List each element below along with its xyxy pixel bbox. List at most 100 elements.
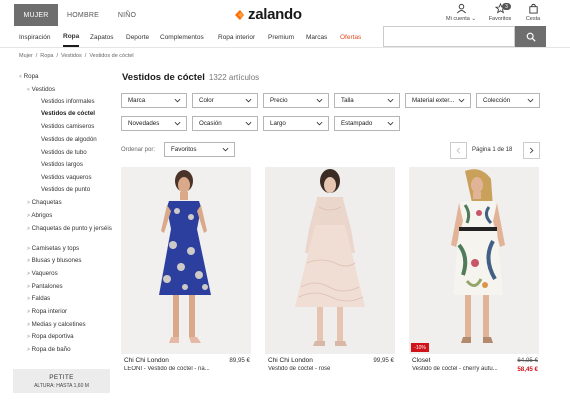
page-title: Vestidos de cóctel 1322 artículos: [122, 72, 259, 83]
sidebar-item-label: Faldas: [31, 295, 51, 302]
filter-coleccion[interactable]: Colección: [476, 93, 540, 108]
product-image-2[interactable]: [265, 167, 395, 354]
nav-premium[interactable]: Premium: [268, 28, 294, 47]
filter-marca[interactable]: Marca: [121, 93, 187, 108]
chevron-down-icon: [387, 98, 394, 103]
tab-nino[interactable]: NIÑO: [108, 4, 146, 26]
nav-complementos[interactable]: Complementos: [160, 28, 204, 47]
page-title-text: Vestidos de cóctel: [122, 72, 205, 83]
search-button[interactable]: [515, 26, 546, 47]
product-brand[interactable]: Chi Chi London: [268, 357, 313, 364]
sidebar-cat-chaquetas-punto[interactable]: > Chaquetas de punto y jerséis: [27, 224, 113, 234]
cart-button[interactable]: Cesta: [513, 3, 553, 27]
chevron-down-icon: [387, 121, 394, 126]
filter-label: Colección: [483, 97, 511, 104]
sidebar-dress-coctel[interactable]: Vestidos de cóctel: [41, 110, 95, 117]
sidebar-cat-faldas[interactable]: > Faldas: [27, 295, 50, 302]
tab-hombre[interactable]: HOMBRE: [60, 4, 106, 26]
sidebar-cat-abrigos[interactable]: > Abrigos: [27, 212, 52, 219]
filter-talla[interactable]: Talla: [334, 93, 400, 108]
product-description[interactable]: LEONI - Vestido de cóctel - na...: [124, 366, 220, 372]
petite-banner[interactable]: PETITE ALTURA: HASTA 1,60 M: [13, 369, 110, 393]
account-label: Mi cuenta: [446, 16, 470, 22]
chevron-right-icon: >: [27, 271, 30, 277]
sidebar-cat-ropa-interior[interactable]: > Ropa interior: [27, 308, 67, 315]
chevron-down-icon: [316, 98, 323, 103]
breadcrumb-separator: /: [84, 53, 87, 59]
account-button[interactable]: Mi cuenta ⌄: [441, 3, 481, 27]
sidebar-item-label: Abrigos: [31, 212, 53, 219]
nav-ropa-interior[interactable]: Ropa interior: [218, 28, 255, 47]
chevron-right-icon: >: [27, 347, 30, 353]
sidebar-cat-ropa-deportiva[interactable]: > Ropa deportiva: [27, 333, 74, 340]
filter-label: Ocasión: [199, 120, 222, 127]
sidebar-item-label: Ropa interior: [31, 308, 68, 315]
breadcrumb-vestidos[interactable]: Vestidos: [61, 53, 82, 59]
sidebar-cat-camisetas[interactable]: > Camisetas y tops: [27, 245, 79, 252]
chevron-down-icon: [174, 98, 181, 103]
sidebar-dress-camiseros[interactable]: Vestidos camiseros: [41, 123, 94, 130]
sidebar-item-label: Ropa deportiva: [31, 333, 74, 340]
nav-zapatos[interactable]: Zapatos: [90, 28, 114, 47]
sidebar-dress-informales[interactable]: Vestidos informales: [41, 98, 95, 105]
discount-badge: -10%: [411, 343, 429, 352]
chevron-right-icon: >: [27, 200, 30, 206]
sidebar-dress-tubo[interactable]: Vestidos de tubo: [41, 149, 87, 156]
filter-estampado[interactable]: Estampado: [334, 116, 400, 131]
sidebar-cat-pantalones[interactable]: > Pantalones: [27, 283, 63, 290]
chevron-right-icon: >: [27, 246, 30, 252]
filter-novedades[interactable]: Novedades: [121, 116, 187, 131]
prev-page-button[interactable]: [450, 142, 467, 159]
sidebar-cat-medias[interactable]: > Medias y calcetines: [27, 321, 86, 328]
chevron-right-icon: >: [27, 322, 30, 328]
sidebar-item-label: Medias y calcetines: [31, 321, 86, 328]
nav-ofertas[interactable]: Ofertas: [340, 28, 361, 47]
sidebar-cat-vaqueros[interactable]: > Vaqueros: [27, 270, 58, 277]
sidebar-cat-blusas[interactable]: > Blusas y blusones: [27, 257, 82, 264]
sidebar-cat-ropa-bano[interactable]: > Ropa de baño: [27, 346, 71, 353]
sidebar-dress-largos[interactable]: Vestidos largos: [41, 161, 83, 168]
sidebar-item-ropa[interactable]: < Ropa: [19, 73, 38, 80]
filter-ocasion[interactable]: Ocasión: [192, 116, 258, 131]
product-photo: [121, 167, 251, 354]
product-description[interactable]: Vestido de cóctel - cherry autu...: [412, 366, 498, 372]
sidebar-item-vestidos[interactable]: < Vestidos: [27, 86, 55, 93]
sidebar-dress-vaqueros[interactable]: Vestidos vaqueros: [41, 174, 92, 181]
next-page-button[interactable]: [523, 142, 540, 159]
nav-deporte[interactable]: Deporte: [126, 28, 149, 47]
tab-mujer[interactable]: MUJER: [14, 4, 58, 26]
chevron-left-icon: <: [27, 87, 30, 93]
sidebar-item-label: Chaquetas de punto y jerséis: [31, 225, 112, 232]
product-image-1[interactable]: [121, 167, 251, 354]
product-brand[interactable]: Chi Chi London: [124, 357, 169, 364]
filter-label: Marca: [128, 97, 146, 104]
logo-mark-icon: [233, 8, 245, 20]
breadcrumb-ropa[interactable]: Ropa: [40, 53, 53, 59]
filter-label: Talla: [341, 97, 354, 104]
breadcrumb-mujer[interactable]: Mujer: [19, 53, 33, 59]
filter-label: Precio: [270, 97, 288, 104]
nav-inspiracion[interactable]: Inspiración: [19, 28, 50, 47]
order-select[interactable]: Favoritos: [164, 142, 235, 157]
product-brand[interactable]: Closet: [412, 357, 430, 364]
filter-largo[interactable]: Largo: [263, 116, 329, 131]
zalando-logo[interactable]: zalando: [233, 4, 302, 24]
user-icon: [456, 3, 466, 14]
breadcrumb: Mujer / Ropa / Vestidos / Vestidos de có…: [19, 53, 134, 59]
sidebar-dress-punto[interactable]: Vestidos de punto: [41, 186, 90, 193]
nav-ropa[interactable]: Ropa: [63, 28, 80, 47]
filter-precio[interactable]: Precio: [263, 93, 329, 108]
sidebar-dress-algodon[interactable]: Vestidos de algodón: [41, 136, 97, 143]
filter-color[interactable]: Color: [192, 93, 258, 108]
sidebar-item-label: Vestidos: [31, 86, 56, 93]
chevron-left-icon: <: [19, 74, 22, 80]
chevron-right-icon: >: [27, 309, 30, 315]
order-label: Ordenar por:: [121, 147, 156, 153]
product-image-3[interactable]: [409, 167, 539, 354]
search-input[interactable]: [383, 26, 515, 47]
sidebar-cat-chaquetas[interactable]: > Chaquetas: [27, 199, 62, 206]
product-description[interactable]: Vestido de cóctel - rose: [268, 366, 364, 372]
filter-material[interactable]: Material exter...: [405, 93, 471, 108]
product-price: 89,95 €: [229, 357, 250, 364]
nav-marcas[interactable]: Marcas: [306, 28, 327, 47]
